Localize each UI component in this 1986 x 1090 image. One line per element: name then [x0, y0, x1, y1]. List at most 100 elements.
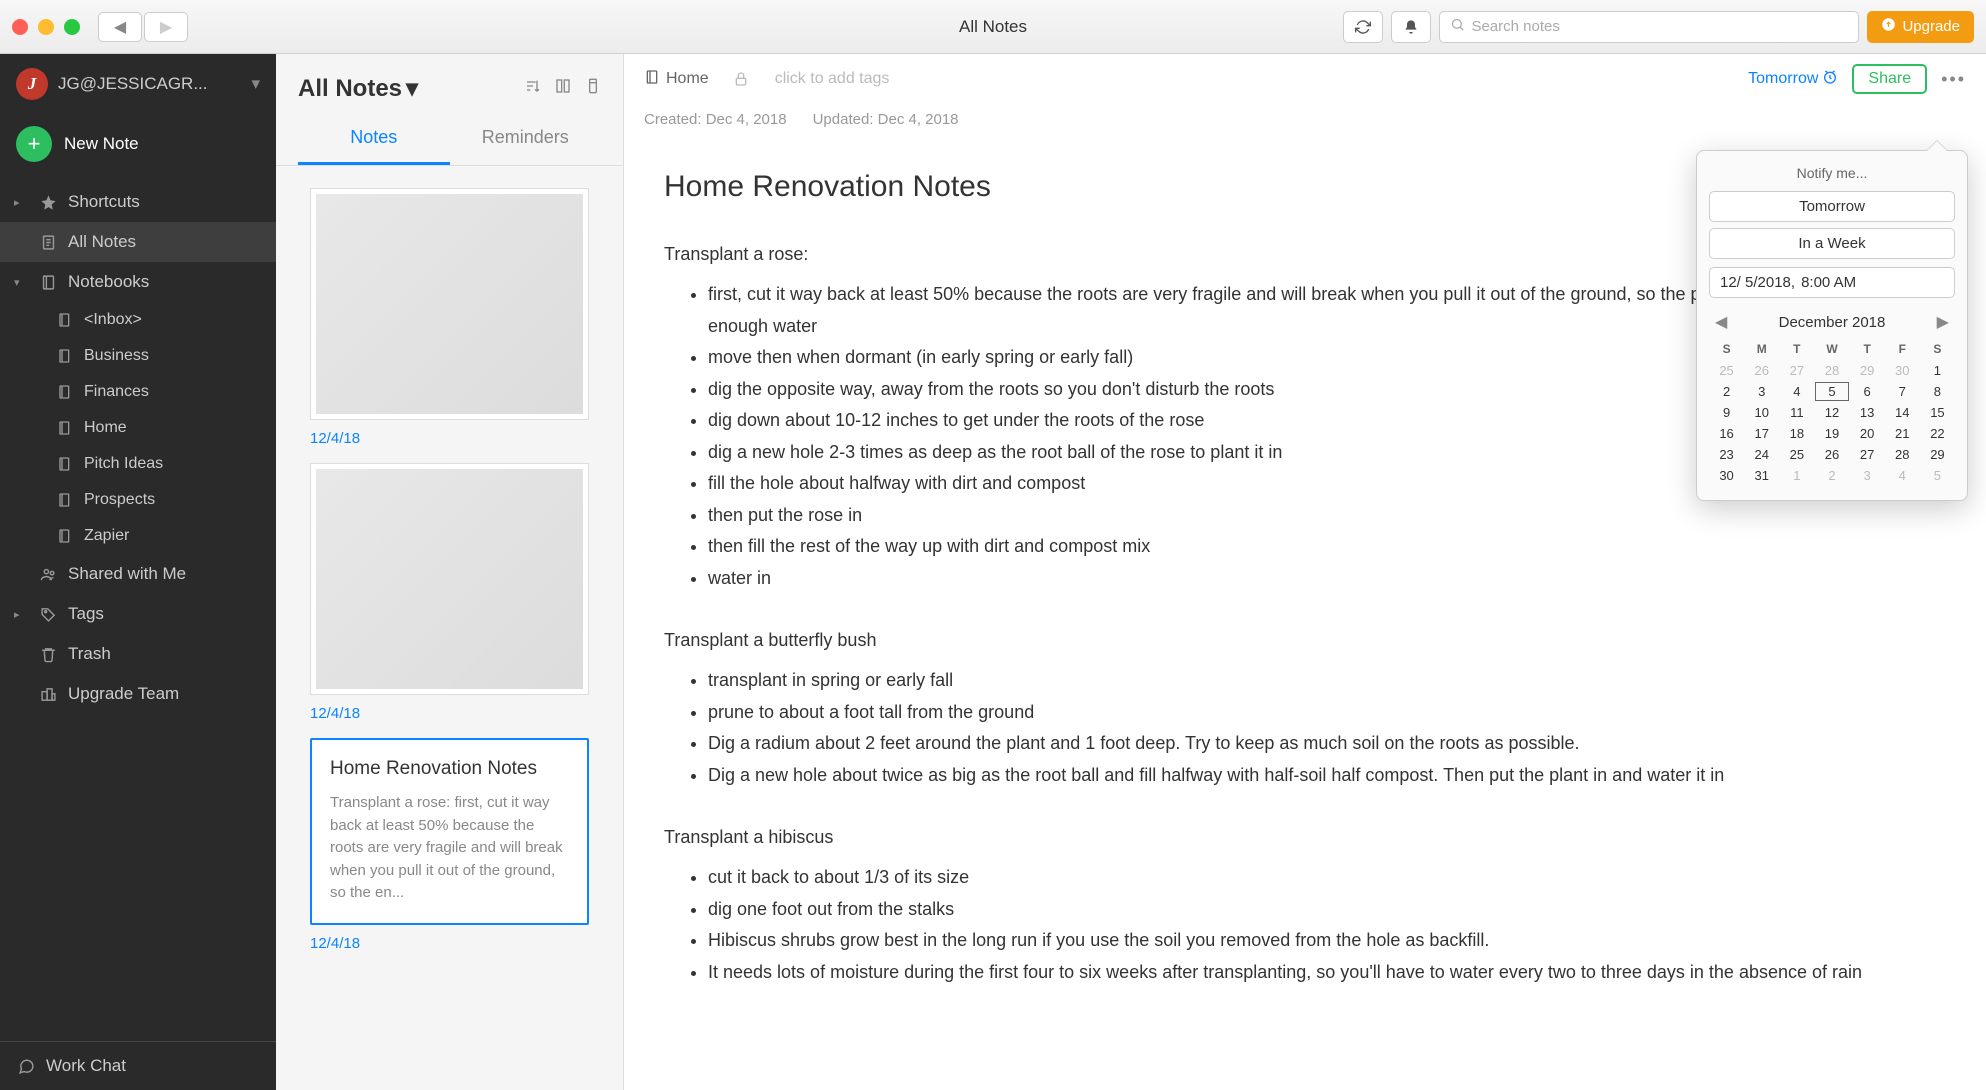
calendar-day[interactable]: 29: [1850, 360, 1885, 381]
list-item[interactable]: prune to about a foot tall from the grou…: [708, 697, 1946, 729]
notify-tomorrow-button[interactable]: Tomorrow: [1709, 191, 1955, 222]
calendar-day[interactable]: 16: [1709, 423, 1744, 444]
section-heading[interactable]: Transplant a hibiscus: [664, 827, 1946, 848]
calendar-day[interactable]: 20: [1850, 423, 1885, 444]
forward-button[interactable]: ▶: [144, 12, 188, 42]
notifications-button[interactable]: [1391, 11, 1431, 43]
calendar-day[interactable]: 7: [1885, 381, 1920, 402]
notebook-item[interactable]: Zapier: [0, 518, 276, 554]
reminder-link[interactable]: Tomorrow: [1748, 69, 1838, 90]
calendar-day[interactable]: 21: [1885, 423, 1920, 444]
calendar-day[interactable]: 1: [1779, 465, 1814, 486]
notebook-item[interactable]: Pitch Ideas: [0, 446, 276, 482]
sidebar-item-notebooks[interactable]: ▾Notebooks: [0, 262, 276, 302]
add-tags-input[interactable]: click to add tags: [775, 70, 890, 88]
upgrade-button[interactable]: Upgrade: [1867, 11, 1974, 43]
calendar-day[interactable]: 17: [1744, 423, 1779, 444]
calendar-day[interactable]: 28: [1814, 360, 1849, 381]
calendar-day[interactable]: 23: [1709, 444, 1744, 465]
notebook-breadcrumb[interactable]: Home: [644, 69, 709, 90]
calendar-day[interactable]: 5: [1814, 381, 1849, 402]
sidebar-item-all-notes[interactable]: All Notes: [0, 222, 276, 262]
calendar-day[interactable]: 22: [1920, 423, 1955, 444]
notebook-item[interactable]: <Inbox>: [0, 302, 276, 338]
calendar-day[interactable]: 19: [1814, 423, 1849, 444]
calendar-day[interactable]: 13: [1850, 402, 1885, 423]
bullet-list[interactable]: cut it back to about 1/3 of its sizedig …: [664, 862, 1946, 988]
section-heading[interactable]: Transplant a butterfly bush: [664, 630, 1946, 651]
calendar-next-button[interactable]: ▶: [1933, 312, 1953, 332]
sort-button[interactable]: [525, 78, 541, 99]
calendar-day[interactable]: 2: [1814, 465, 1849, 486]
calendar-day[interactable]: 18: [1779, 423, 1814, 444]
calendar-day[interactable]: 6: [1850, 381, 1885, 402]
calendar-day[interactable]: 25: [1779, 444, 1814, 465]
notify-in-a-week-button[interactable]: In a Week: [1709, 228, 1955, 259]
list-item[interactable]: then fill the rest of the way up with di…: [708, 531, 1946, 563]
back-button[interactable]: ◀: [98, 12, 142, 42]
reminder-datetime-input[interactable]: 12/ 5/2018, 8:00 AM: [1709, 267, 1955, 298]
calendar-day[interactable]: 24: [1744, 444, 1779, 465]
list-item[interactable]: water in: [708, 563, 1946, 595]
minimize-window-button[interactable]: [38, 19, 54, 35]
list-item[interactable]: Dig a new hole about twice as big as the…: [708, 760, 1946, 792]
list-item[interactable]: transplant in spring or early fall: [708, 665, 1946, 697]
share-button[interactable]: Share: [1852, 64, 1927, 94]
note-card[interactable]: Home Renovation NotesTransplant a rose: …: [310, 738, 589, 952]
note-card[interactable]: 12/4/18: [310, 463, 589, 722]
sidebar-item-shared-with-me[interactable]: Shared with Me: [0, 554, 276, 594]
note-list-title-dropdown[interactable]: All Notes ▾: [298, 74, 418, 103]
calendar-day[interactable]: 26: [1814, 444, 1849, 465]
calendar-day[interactable]: 29: [1920, 444, 1955, 465]
calendar-day[interactable]: 26: [1744, 360, 1779, 381]
sidebar-item-shortcuts[interactable]: ▸Shortcuts: [0, 182, 276, 222]
list-item[interactable]: cut it back to about 1/3 of its size: [708, 862, 1946, 894]
calendar-day[interactable]: 5: [1920, 465, 1955, 486]
zoom-window-button[interactable]: [64, 19, 80, 35]
list-item[interactable]: Hibiscus shrubs grow best in the long ru…: [708, 925, 1946, 957]
calendar-day[interactable]: 12: [1814, 402, 1849, 423]
tab-notes[interactable]: Notes: [298, 113, 450, 165]
calendar-day[interactable]: 15: [1920, 402, 1955, 423]
sync-button[interactable]: [1343, 11, 1383, 43]
calendar-day[interactable]: 3: [1850, 465, 1885, 486]
notebook-item[interactable]: Business: [0, 338, 276, 374]
calendar-day[interactable]: 30: [1885, 360, 1920, 381]
calendar-day[interactable]: 10: [1744, 402, 1779, 423]
calendar-day[interactable]: 3: [1744, 381, 1779, 402]
account-switcher[interactable]: J JG@JESSICAGR... ▾: [0, 54, 276, 114]
note-card[interactable]: 12/4/18: [310, 188, 589, 447]
tab-reminders[interactable]: Reminders: [450, 113, 602, 165]
close-window-button[interactable]: [12, 19, 28, 35]
calendar-prev-button[interactable]: ◀: [1711, 312, 1731, 332]
list-item[interactable]: then put the rose in: [708, 500, 1946, 532]
more-actions-button[interactable]: •••: [1941, 69, 1966, 90]
list-item[interactable]: Dig a radium about 2 feet around the pla…: [708, 728, 1946, 760]
sidebar-item-upgrade-team[interactable]: Upgrade Team: [0, 674, 276, 714]
view-mode-button[interactable]: [555, 78, 571, 99]
calendar-day[interactable]: 4: [1885, 465, 1920, 486]
calendar-day[interactable]: 27: [1850, 444, 1885, 465]
calendar-day[interactable]: 11: [1779, 402, 1814, 423]
sidebar-item-trash[interactable]: Trash: [0, 634, 276, 674]
calendar-day[interactable]: 27: [1779, 360, 1814, 381]
notebook-item[interactable]: Home: [0, 410, 276, 446]
sidebar-item-tags[interactable]: ▸Tags: [0, 594, 276, 634]
list-item[interactable]: It needs lots of moisture during the fir…: [708, 957, 1946, 989]
work-chat-button[interactable]: Work Chat: [0, 1041, 276, 1090]
calendar-day[interactable]: 31: [1744, 465, 1779, 486]
bullet-list[interactable]: transplant in spring or early fallprune …: [664, 665, 1946, 791]
notebook-item[interactable]: Finances: [0, 374, 276, 410]
list-item[interactable]: dig one foot out from the stalks: [708, 894, 1946, 926]
search-input[interactable]: Search notes: [1439, 11, 1859, 43]
notebook-item[interactable]: Prospects: [0, 482, 276, 518]
calendar-day[interactable]: 1: [1920, 360, 1955, 381]
calendar-day[interactable]: 4: [1779, 381, 1814, 402]
calendar-day[interactable]: 25: [1709, 360, 1744, 381]
trash-filter-button[interactable]: [585, 78, 601, 99]
calendar-day[interactable]: 2: [1709, 381, 1744, 402]
new-note-button[interactable]: + New Note: [0, 114, 276, 182]
calendar-day[interactable]: 8: [1920, 381, 1955, 402]
calendar-day[interactable]: 9: [1709, 402, 1744, 423]
calendar-day[interactable]: 30: [1709, 465, 1744, 486]
